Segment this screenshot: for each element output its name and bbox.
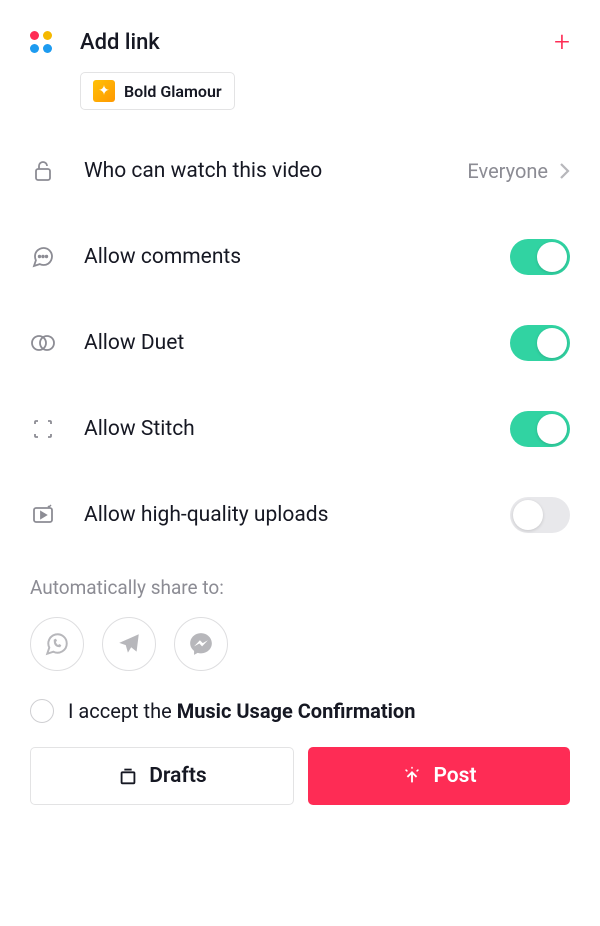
accept-bold: Music Usage Confirmation <box>177 699 416 723</box>
allow-comments-toggle[interactable] <box>510 239 570 275</box>
drafts-label: Drafts <box>149 764 206 788</box>
allow-duet-label: Allow Duet <box>84 331 510 355</box>
post-button[interactable]: Post <box>308 747 570 805</box>
filter-chip-label: Bold Glamour <box>124 82 222 101</box>
allow-hq-label: Allow high-quality uploads <box>84 503 510 527</box>
messenger-icon <box>188 631 214 657</box>
hq-upload-icon <box>30 502 56 528</box>
privacy-row[interactable]: Who can watch this video Everyone <box>0 128 600 214</box>
share-section: Automatically share to: <box>0 558 600 671</box>
lock-icon <box>30 158 56 184</box>
accept-radio[interactable] <box>30 699 54 723</box>
allow-duet-row: Allow Duet <box>0 300 600 386</box>
post-icon <box>401 765 423 787</box>
add-link-title: Add link <box>80 30 554 55</box>
privacy-value: Everyone <box>467 159 548 183</box>
allow-stitch-label: Allow Stitch <box>84 417 510 441</box>
allow-hq-toggle[interactable] <box>510 497 570 533</box>
duet-icon <box>30 330 56 356</box>
allow-duet-toggle[interactable] <box>510 325 570 361</box>
telegram-icon <box>116 631 142 657</box>
add-link-row: Add link + <box>0 0 600 68</box>
accept-prefix: I accept the <box>68 699 177 723</box>
stitch-icon <box>30 416 56 442</box>
app-dots-icon <box>30 31 52 53</box>
whatsapp-icon <box>44 631 70 657</box>
allow-hq-row: Allow high-quality uploads <box>0 472 600 558</box>
allow-stitch-toggle[interactable] <box>510 411 570 447</box>
filter-chip-row: ✦ Bold Glamour <box>0 68 600 128</box>
allow-stitch-row: Allow Stitch <box>0 386 600 472</box>
accept-row: I accept the Music Usage Confirmation <box>0 671 600 739</box>
add-link-plus-button[interactable]: + <box>554 28 570 56</box>
allow-comments-row: Allow comments <box>0 214 600 300</box>
button-row: Drafts Post <box>0 739 600 829</box>
drafts-button[interactable]: Drafts <box>30 747 294 805</box>
privacy-label: Who can watch this video <box>84 159 467 183</box>
share-label: Automatically share to: <box>30 576 570 599</box>
chevron-right-icon <box>558 161 570 181</box>
sparkle-icon: ✦ <box>93 80 115 102</box>
share-telegram-button[interactable] <box>102 617 156 671</box>
drafts-icon <box>117 765 139 787</box>
share-whatsapp-button[interactable] <box>30 617 84 671</box>
accept-text: I accept the Music Usage Confirmation <box>68 699 415 723</box>
post-label: Post <box>433 764 476 788</box>
allow-comments-label: Allow comments <box>84 245 510 269</box>
comment-icon <box>30 244 56 270</box>
filter-chip[interactable]: ✦ Bold Glamour <box>80 72 235 110</box>
share-messenger-button[interactable] <box>174 617 228 671</box>
